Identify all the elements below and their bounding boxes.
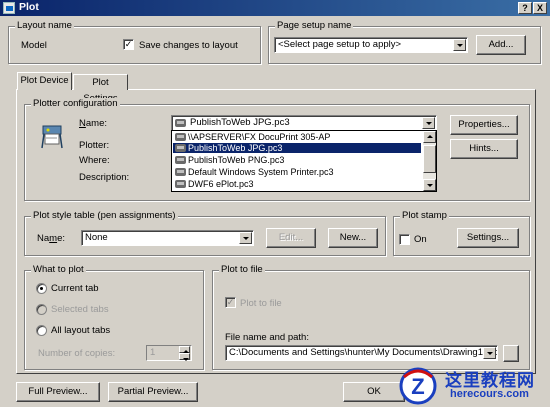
what-to-plot-group-label: What to plot bbox=[31, 264, 86, 275]
watermark-url: herecours.com bbox=[450, 388, 529, 400]
plotter-label: Plotter: bbox=[79, 140, 110, 151]
scroll-thumb[interactable] bbox=[423, 145, 436, 173]
list-item-label: PublishToWeb PNG.pc3 bbox=[188, 155, 285, 165]
plotter-name-label: Name: bbox=[79, 118, 107, 129]
chevron-down-icon[interactable] bbox=[422, 117, 435, 129]
list-item[interactable]: DWF6 ePlot.pc3 bbox=[173, 179, 421, 189]
copies-stepper[interactable]: 1 bbox=[146, 345, 192, 361]
plot-stamp-on-checkbox[interactable] bbox=[399, 234, 410, 245]
current-tab-radio[interactable] bbox=[36, 283, 47, 294]
window-title: Plot bbox=[19, 1, 39, 13]
page-setup-group-label: Page setup name bbox=[275, 20, 354, 31]
close-button[interactable]: X bbox=[533, 2, 547, 14]
help-button[interactable]: ? bbox=[518, 2, 532, 14]
list-item-label: \\APSERVER\FX DocuPrint 305-AP bbox=[188, 132, 331, 142]
plot-style-table-group-label: Plot style table (pen assignments) bbox=[31, 210, 178, 221]
printer-icon bbox=[175, 119, 186, 127]
description-label: Description: bbox=[79, 172, 130, 183]
chevron-down-icon[interactable] bbox=[483, 347, 496, 359]
full-preview-button[interactable]: Full Preview... bbox=[16, 382, 100, 402]
printer-icon bbox=[175, 180, 186, 188]
file-path-select[interactable]: C:\Documents and Settings\hunter\My Docu… bbox=[225, 345, 498, 361]
watermark-logo-letter: Z bbox=[411, 374, 424, 399]
printer-icon bbox=[175, 144, 186, 152]
file-path-value: C:\Documents and Settings\hunter\My Docu… bbox=[229, 347, 498, 358]
list-item-label: Default Windows System Printer.pc3 bbox=[188, 167, 334, 177]
file-path-label: File name and path: bbox=[225, 332, 309, 343]
plotter-configuration-group-label: Plotter configuration bbox=[31, 98, 120, 109]
list-item-selected[interactable]: PublishToWeb JPG.pc3 bbox=[173, 143, 421, 153]
plot-stamp-group-label: Plot stamp bbox=[400, 210, 449, 221]
edit-plot-style-button[interactable]: Edit... bbox=[266, 228, 316, 248]
printer-icon bbox=[175, 168, 186, 176]
page-setup-selected: <Select page setup to apply> bbox=[278, 39, 402, 50]
dropdown-scrollbar[interactable] bbox=[423, 131, 436, 191]
plot-style-select[interactable]: None bbox=[81, 230, 254, 246]
browse-file-button[interactable] bbox=[503, 345, 519, 362]
hints-button[interactable]: Hints... bbox=[450, 139, 518, 159]
selected-tabs-radio[interactable] bbox=[36, 304, 47, 315]
plot-stamp-on-label: On bbox=[414, 234, 427, 245]
plot-style-value: None bbox=[85, 232, 108, 243]
plot-to-file-checkbox[interactable]: ✓ bbox=[225, 297, 236, 308]
page-setup-select[interactable]: <Select page setup to apply> bbox=[274, 37, 468, 53]
title-bar: Plot ? X bbox=[0, 0, 550, 16]
list-item[interactable]: PublishToWeb PNG.pc3 bbox=[173, 155, 421, 165]
copies-label: Number of copies: bbox=[38, 348, 116, 359]
watermark-logo: Z bbox=[399, 367, 437, 405]
plot-app-icon bbox=[3, 2, 15, 14]
plot-to-file-group-label: Plot to file bbox=[219, 264, 265, 275]
chevron-down-icon[interactable] bbox=[453, 39, 466, 51]
ok-button[interactable]: OK bbox=[343, 382, 405, 402]
plot-to-file-label: Plot to file bbox=[240, 298, 282, 309]
list-item-label: PublishToWeb JPG.pc3 bbox=[188, 143, 283, 153]
list-item[interactable]: \\APSERVER\FX DocuPrint 305-AP bbox=[173, 132, 421, 142]
list-item-label: DWF6 ePlot.pc3 bbox=[188, 179, 254, 189]
plotter-name-select[interactable]: PublishToWeb JPG.pc3 bbox=[171, 115, 437, 131]
tab-plot-device[interactable]: Plot Device bbox=[17, 72, 72, 90]
tab-plot-settings[interactable]: Plot Settings bbox=[73, 74, 128, 104]
chevron-up-icon[interactable] bbox=[179, 346, 190, 353]
add-page-setup-button[interactable]: Add... bbox=[476, 35, 526, 55]
printer-icon bbox=[175, 133, 186, 141]
chevron-down-icon[interactable] bbox=[239, 232, 252, 244]
scroll-down-icon[interactable] bbox=[423, 179, 436, 191]
all-layout-tabs-label: All layout tabs bbox=[51, 325, 111, 336]
plotter-dropdown-list[interactable]: \\APSERVER\FX DocuPrint 305-AP PublishTo… bbox=[171, 130, 437, 192]
save-changes-checkbox[interactable]: ✓ bbox=[123, 39, 134, 50]
selected-tabs-label: Selected tabs bbox=[51, 304, 109, 315]
plot-style-name-label: Name: bbox=[37, 233, 66, 244]
plotter-name-value: PublishToWeb JPG.pc3 bbox=[190, 117, 290, 128]
chevron-down-icon[interactable] bbox=[179, 353, 190, 361]
plot-stamp-settings-button[interactable]: Settings... bbox=[457, 228, 519, 248]
plotter-icon bbox=[41, 125, 63, 149]
layout-name-group-label: Layout name bbox=[15, 20, 74, 31]
save-changes-label: Save changes to layout bbox=[139, 40, 238, 51]
current-tab-label: Current tab bbox=[51, 283, 99, 294]
layout-name-value: Model bbox=[21, 40, 47, 51]
properties-button[interactable]: Properties... bbox=[450, 115, 518, 135]
scroll-up-icon[interactable] bbox=[423, 131, 436, 143]
copies-value: 1 bbox=[150, 347, 156, 358]
where-label: Where: bbox=[79, 155, 110, 166]
list-item[interactable]: Default Windows System Printer.pc3 bbox=[173, 167, 421, 177]
partial-preview-button[interactable]: Partial Preview... bbox=[108, 382, 198, 402]
printer-icon bbox=[175, 156, 186, 164]
new-plot-style-button[interactable]: New... bbox=[328, 228, 378, 248]
all-layout-tabs-radio[interactable] bbox=[36, 325, 47, 336]
